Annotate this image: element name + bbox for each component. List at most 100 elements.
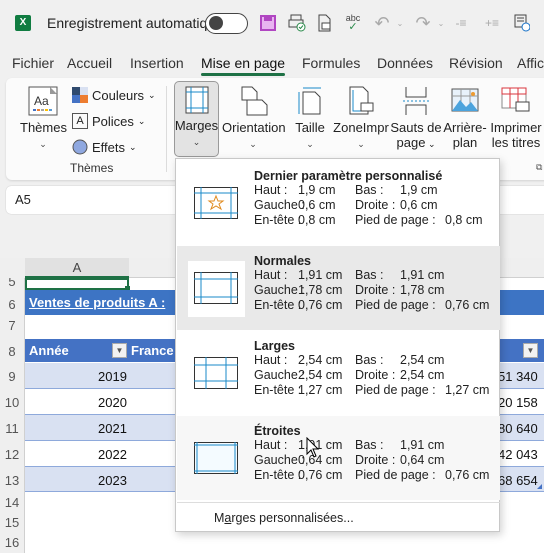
- value-entete: 0,76 cm: [298, 298, 343, 312]
- row-header-11[interactable]: 11: [0, 415, 25, 441]
- value-bas: 1,91 cm: [400, 268, 445, 282]
- cell-year[interactable]: 2019: [98, 369, 127, 384]
- print-preview-icon[interactable]: [287, 13, 307, 33]
- label-haut: Haut :: [254, 353, 288, 367]
- spelling-icon[interactable]: abc ✓: [343, 13, 363, 33]
- row-header-15[interactable]: 15: [0, 512, 25, 532]
- tab-mise-en-page[interactable]: Mise en page: [201, 55, 286, 76]
- cell-year[interactable]: 2020: [98, 395, 127, 410]
- filter-dropdown-right[interactable]: ▼: [523, 343, 538, 358]
- marges-label: Marges: [174, 118, 219, 133]
- cell-value[interactable]: 42 043: [498, 447, 538, 462]
- effects-icon: [72, 139, 88, 155]
- effets-button[interactable]: Effets ⌄: [72, 139, 137, 155]
- label-entete: En-tête :: [254, 383, 302, 397]
- value-haut: 1,91 cm: [298, 268, 343, 282]
- imprimer-titres-button[interactable]: Imprimer les titres: [488, 86, 544, 150]
- row-header-8[interactable]: 8: [0, 339, 25, 363]
- margin-option-narrow[interactable]: Étroites Haut : 1,91 cm Bas : 1,91 cm Ga…: [177, 416, 500, 500]
- cell-year[interactable]: 2021: [98, 421, 127, 436]
- tab-revision[interactable]: Révision: [449, 55, 503, 71]
- header-france[interactable]: France: [131, 343, 174, 358]
- margin-option-normal[interactable]: Normales Haut : 1,91 cm Bas : 1,91 cm Ga…: [177, 246, 500, 330]
- chevron-down-icon: ⌄: [306, 139, 314, 149]
- label-droite: Droite :: [355, 198, 396, 212]
- arriere-plan-button[interactable]: Arrière- plan: [443, 86, 487, 150]
- undo-icon[interactable]: ↶: [372, 13, 392, 33]
- orientation-button[interactable]: Orientation ⌄: [222, 86, 286, 152]
- chevron-down-icon: ⌄: [39, 139, 47, 149]
- chevron-down-icon: ⌄: [192, 137, 201, 147]
- value-gauche: 0,64 cm: [298, 453, 343, 467]
- autosave-toggle[interactable]: [205, 13, 248, 34]
- label-pied: Pied de page :: [355, 213, 436, 227]
- size-icon: [298, 87, 321, 115]
- redo-dropdown-icon[interactable]: ⌄: [431, 13, 451, 33]
- margins-dropdown-menu: Dernier paramètre personnalisé Haut : 1,…: [175, 158, 500, 532]
- label-bas: Bas :: [355, 183, 384, 197]
- tab-fichier[interactable]: Fichier: [12, 55, 54, 71]
- selected-cell-a5[interactable]: [25, 278, 129, 290]
- row-header-13[interactable]: 13: [0, 467, 25, 492]
- margin-option-wide[interactable]: Larges Haut : 2,54 cm Bas : 2,54 cm Gauc…: [177, 331, 500, 415]
- ribbon-tabs: Fichier Accueil Insertion Mise en page F…: [0, 46, 544, 78]
- page-setup-icon[interactable]: [315, 13, 335, 33]
- margin-option-last-custom[interactable]: Dernier paramètre personnalisé Haut : 1,…: [177, 161, 500, 245]
- chevron-down-icon: ⌄: [249, 139, 257, 149]
- row-header-9[interactable]: 9: [0, 363, 25, 389]
- imprimer-label-2: les titres: [491, 135, 541, 150]
- row-header-7[interactable]: 7: [0, 315, 25, 339]
- row-header-10[interactable]: 10: [0, 389, 25, 415]
- value-bas: 1,91 cm: [400, 438, 445, 452]
- cell-value[interactable]: 68 654: [498, 473, 538, 488]
- custom-margins-option[interactable]: Marges personnalisées...: [214, 511, 354, 525]
- cell-value[interactable]: 51 340: [498, 369, 538, 384]
- calculate-icon[interactable]: [512, 13, 532, 33]
- row-header-16[interactable]: 16: [0, 532, 25, 553]
- tab-formules[interactable]: Formules: [302, 55, 360, 71]
- cell-value[interactable]: 80 640: [498, 421, 538, 436]
- sheet-title[interactable]: Ventes de produits A :: [29, 295, 165, 310]
- row-header-14[interactable]: 14: [0, 492, 25, 512]
- save-icon[interactable]: [258, 13, 278, 33]
- tab-donnees[interactable]: Données: [377, 55, 433, 71]
- row-header-6[interactable]: 6: [0, 290, 25, 315]
- label-pied: Pied de page :: [355, 298, 436, 312]
- select-all-corner[interactable]: [0, 258, 25, 278]
- tab-affichage[interactable]: Affic: [517, 55, 544, 71]
- cell-year[interactable]: 2023: [98, 473, 127, 488]
- column-header-a[interactable]: A: [25, 258, 129, 278]
- couleurs-button[interactable]: Couleurs ⌄: [72, 87, 156, 103]
- chevron-down-icon: ⌄: [148, 89, 156, 100]
- value-gauche: 1,78 cm: [298, 283, 343, 297]
- label-pied: Pied de page :: [355, 383, 436, 397]
- polices-button[interactable]: A Polices ⌄: [72, 113, 145, 129]
- themes-button[interactable]: Aa Thèmes ⌄: [20, 86, 67, 152]
- value-haut: 2,54 cm: [298, 353, 343, 367]
- normal-margins-icon: [194, 272, 238, 304]
- sauts-de-page-button[interactable]: Sauts de page ⌄: [390, 86, 442, 152]
- option-title: Dernier paramètre personnalisé: [254, 169, 443, 183]
- redo-icon[interactable]: ↷: [413, 13, 433, 33]
- imprimer-label-1: Imprimer: [490, 120, 542, 135]
- tab-accueil[interactable]: Accueil: [67, 55, 112, 71]
- undo-dropdown-icon[interactable]: ⌄: [390, 13, 410, 33]
- value-droite: 0,64 cm: [400, 453, 445, 467]
- marges-button[interactable]: Marges ⌄: [174, 86, 219, 150]
- increase-indent-icon[interactable]: +≡: [482, 13, 502, 33]
- cell-year[interactable]: 2022: [98, 447, 127, 462]
- tab-insertion[interactable]: Insertion: [130, 55, 184, 71]
- zone-impr-button[interactable]: ZoneImpr ⌄: [333, 86, 389, 152]
- row-header-12[interactable]: 12: [0, 441, 25, 467]
- cell-value[interactable]: 20 158: [498, 395, 538, 410]
- decrease-indent-icon[interactable]: -≡: [451, 13, 471, 33]
- table-resize-handle[interactable]: [537, 484, 542, 489]
- filter-dropdown-annee[interactable]: ▼: [112, 343, 127, 358]
- zone-impr-label: ZoneImpr: [333, 120, 389, 135]
- dialog-launcher-icon[interactable]: ⧉: [536, 162, 542, 173]
- label-haut: Haut :: [254, 183, 288, 197]
- row-header-5[interactable]: 5: [0, 278, 25, 290]
- name-box[interactable]: A5: [15, 192, 31, 207]
- header-annee[interactable]: Année: [29, 343, 69, 358]
- taille-button[interactable]: Taille ⌄: [292, 86, 328, 152]
